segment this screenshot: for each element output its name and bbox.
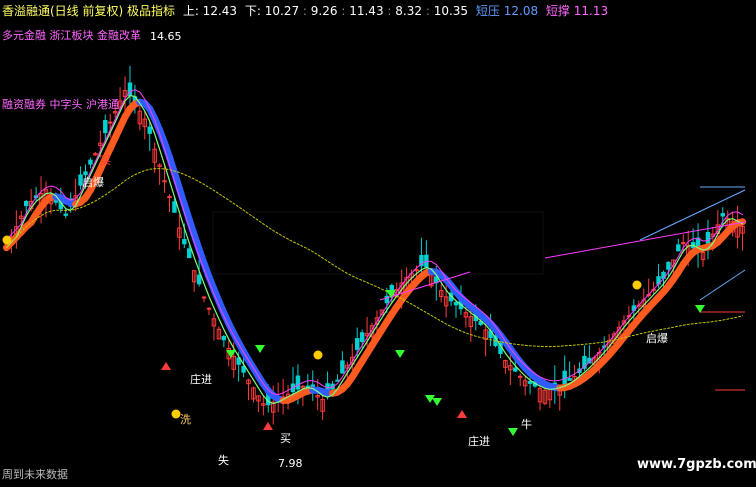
signal-qibao-1: 启爆 [82, 176, 104, 189]
peak-price-label: 14.65 [150, 30, 182, 43]
signal-zhujin-2: 庄进 [468, 435, 490, 448]
short-support-label: 短撑 [545, 4, 570, 18]
chart-title: 香溢融通(日线 前复权) 极品指标 [2, 4, 175, 18]
candle-body [107, 121, 113, 124]
candle-body [201, 296, 207, 299]
signal-shi: 失 [218, 454, 229, 467]
candle-body [295, 375, 301, 390]
signal-dot [632, 280, 642, 290]
candle-body [24, 200, 29, 207]
candle-body [340, 360, 345, 374]
candle-body [567, 378, 572, 381]
candle-body [103, 120, 108, 134]
candle-body [681, 242, 686, 245]
candle-body [88, 159, 93, 165]
candle-body [518, 375, 523, 378]
value-3: 8.32 [395, 4, 422, 18]
candle-body [335, 379, 340, 382]
candle-body [172, 201, 177, 213]
candle-body [221, 336, 227, 341]
concept-line-2: 融资融券 中字头 沪港通 [2, 98, 119, 111]
value-4: 10.35 [433, 4, 469, 18]
candlestick-chart [0, 0, 756, 487]
candle-body [182, 239, 187, 245]
candle-body [453, 302, 459, 306]
candle-body [720, 213, 725, 217]
candle-body [513, 367, 518, 372]
signal-niu: 牛 [521, 418, 532, 431]
masked-area [212, 211, 544, 275]
low-label: 下: 10.27 [244, 4, 300, 18]
short-support-value: 11.13 [573, 4, 609, 18]
signal-dot [2, 235, 12, 245]
concept-line-1: 多元金融 浙江板块 金融改革 [2, 29, 141, 42]
chart-header: 香溢融通(日线 前复权) 极品指标 上: 12.43 下: 10.27 : 9.… [2, 4, 609, 18]
candle-body [206, 307, 212, 310]
value-1: 9.26 [310, 4, 338, 18]
candle-body [705, 231, 711, 244]
candle-body [527, 381, 533, 384]
signal-dot [313, 350, 323, 360]
candle-body [666, 261, 671, 270]
high-label: 上: 12.43 [182, 4, 238, 18]
bottom-left-note: 周到未来数据 [2, 468, 68, 481]
candle-body [147, 126, 152, 134]
candle-body [167, 195, 172, 198]
signal-mai-2: 买 [100, 154, 111, 167]
short-pressure-label: 短压 [475, 4, 500, 18]
candle-body [63, 213, 68, 216]
signal-xi: 洗 [180, 413, 191, 426]
short-pressure-value: 12.08 [503, 4, 539, 18]
signal-qibao-2: 启爆 [646, 332, 668, 345]
candle-body [187, 248, 192, 259]
trough-price-label: 7.98 [278, 457, 303, 470]
signal-zhujin-1: 庄进 [190, 373, 212, 386]
value-2: 11.43 [349, 4, 384, 18]
candle-body [196, 274, 202, 285]
candle-body [354, 338, 360, 350]
candle-body [676, 244, 681, 252]
candle-body [359, 332, 365, 342]
watermark: www.7gpzb.com [637, 457, 756, 472]
signal-mai-1: 买 [280, 432, 291, 445]
